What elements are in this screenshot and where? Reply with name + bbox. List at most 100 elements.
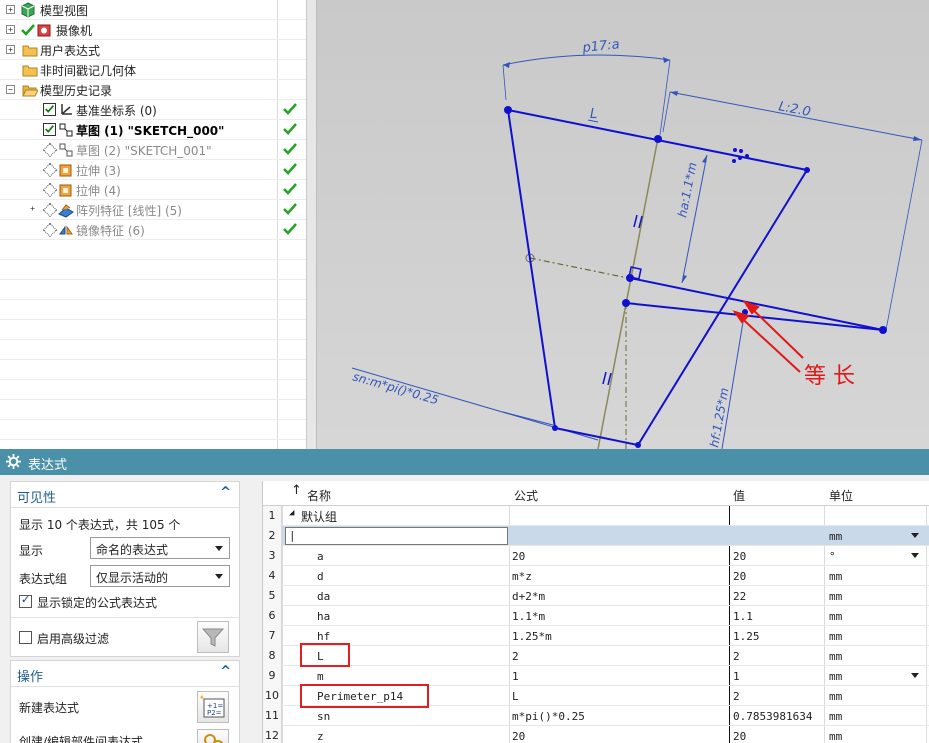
dropdown-arrow-icon[interactable]	[911, 553, 919, 558]
table-row[interactable]: 5 da d+2*m 22 mm	[263, 586, 929, 606]
tree-item-mirror-feature[interactable]: 镜像特征 (6)	[0, 220, 306, 240]
tree-item-sketch-000[interactable]: 草图 (1) "SKETCH_000"	[0, 120, 306, 140]
table-row[interactable]: 3 a 20 20 °	[263, 546, 929, 566]
sketch-vertices[interactable]	[504, 106, 887, 448]
tree-item-extrude-3[interactable]: 拉伸 (3)	[0, 160, 306, 180]
cell-name[interactable]: hf	[317, 630, 330, 643]
edit-row-unit[interactable]: mm	[829, 530, 842, 543]
tree-item-non-timestamp-geometry[interactable]: 非时间戳记几何体	[0, 60, 306, 80]
cell-formula[interactable]: d+2*m	[512, 590, 545, 603]
tree-item-user-expressions[interactable]: + 用户表达式	[0, 40, 306, 60]
header-unit[interactable]: 单位	[829, 487, 853, 504]
dropdown-arrow-icon[interactable]	[911, 533, 919, 538]
cell-unit[interactable]: mm	[829, 650, 842, 663]
cell-unit[interactable]: mm	[829, 590, 842, 603]
feature-checkbox[interactable]	[43, 103, 56, 116]
expand-plus-icon[interactable]: +	[6, 5, 15, 14]
cell-unit[interactable]: mm	[829, 690, 842, 703]
group-select[interactable]: 仅显示活动的	[90, 565, 230, 587]
table-row[interactable]: 6 ha 1.1*m 1.1 mm	[263, 606, 929, 626]
dimension-p17[interactable]: p17:a	[502, 37, 671, 136]
collapse-caret-icon[interactable]: ^	[220, 664, 231, 679]
cell-name[interactable]: da	[317, 590, 330, 603]
suppressed-diamond-icon[interactable]	[42, 182, 58, 198]
cell-formula[interactable]: m*z	[512, 570, 532, 583]
centerline-dashdot[interactable]	[529, 257, 629, 279]
cell-name[interactable]: m	[317, 670, 324, 683]
expand-plus-icon[interactable]: +	[6, 25, 15, 34]
cell-name[interactable]: z	[317, 730, 324, 743]
create-edit-interpart-button[interactable]	[197, 729, 229, 743]
collapse-triangle-icon[interactable]: ◢	[289, 508, 294, 518]
cell-name[interactable]: a	[317, 550, 324, 563]
header-name[interactable]: 名称	[307, 487, 331, 504]
advanced-filter-checkbox[interactable]	[19, 631, 32, 644]
tree-item-extrude-4[interactable]: 拉伸 (4)	[0, 180, 306, 200]
cell-unit[interactable]: mm	[829, 730, 842, 743]
cell-formula[interactable]: 1.25*m	[512, 630, 552, 643]
cell-name[interactable]: sn	[317, 710, 330, 723]
dimension-hf[interactable]: hf:1.25*m	[707, 309, 746, 449]
tree-item-sketch-001[interactable]: 草图 (2) "SKETCH_001"	[0, 140, 306, 160]
cell-name[interactable]: ha	[317, 610, 330, 623]
panel-splitter[interactable]	[307, 0, 317, 449]
display-select[interactable]: 命名的表达式	[90, 537, 230, 559]
filter-button[interactable]	[197, 621, 229, 653]
cell-formula[interactable]: L	[512, 690, 519, 703]
new-name-input[interactable]: |	[285, 527, 508, 545]
sketch-profile[interactable]	[507, 109, 884, 446]
suppressed-diamond-icon[interactable]	[42, 162, 58, 178]
table-row-edit[interactable]: 2 | mm	[263, 526, 929, 546]
tree-item-pattern-feature[interactable]: + 阵列特征 [线性] (5)	[0, 200, 306, 220]
gear-icon[interactable]	[6, 454, 21, 469]
new-expression-button[interactable]: +1= P2=	[197, 691, 229, 723]
cell-unit[interactable]: mm	[829, 630, 842, 643]
table-row[interactable]: 11 sn m*pi()*0.25 0.7853981634 mm	[263, 706, 929, 726]
tree-item-datum-csys[interactable]: 基准坐标系 (0)	[0, 100, 306, 120]
cell-formula[interactable]: 20	[512, 550, 525, 563]
cell-formula[interactable]: 2	[512, 650, 519, 663]
dropdown-arrow-icon[interactable]	[911, 673, 919, 678]
show-locked-checkbox[interactable]	[19, 593, 32, 608]
table-row[interactable]: 8 L 2 2 mm	[263, 646, 929, 666]
header-formula[interactable]: 公式	[514, 487, 538, 504]
suppressed-diamond-icon[interactable]	[42, 222, 58, 238]
dimension-ha[interactable]: ha:1.1*m	[675, 154, 708, 284]
table-row[interactable]: 12 z 20 20 mm	[263, 726, 929, 743]
expressions-table[interactable]: ↑ 名称 公式 值 单位 1 ◢ 默认组 2 | mm 3 a 20 20 ° …	[262, 481, 929, 743]
cell-formula[interactable]: 1	[512, 670, 519, 683]
cell-name[interactable]: d	[317, 570, 324, 583]
collapse-caret-icon[interactable]: ^	[220, 485, 231, 500]
tree-item-model-views[interactable]: + 模型视图	[0, 0, 306, 20]
suppressed-diamond-icon[interactable]	[42, 202, 58, 218]
table-row[interactable]: 4 d m*z 20 mm	[263, 566, 929, 586]
graphics-viewport[interactable]: p17:a L:2.0 L ha:1.1*m sn:m*pi()*0.25 hf…	[317, 0, 929, 449]
cell-unit[interactable]: mm	[829, 610, 842, 623]
cell-formula[interactable]: 1.1*m	[512, 610, 545, 623]
cell-unit[interactable]: °	[829, 550, 836, 563]
cell-unit[interactable]: mm	[829, 670, 842, 683]
expand-plus-icon[interactable]: +	[28, 205, 37, 214]
cell-unit[interactable]: mm	[829, 710, 842, 723]
table-row[interactable]: 9 m 1 1 mm	[263, 666, 929, 686]
table-row-group[interactable]: 1 ◢ 默认组	[263, 506, 929, 526]
visibility-panel-header[interactable]: 可见性 ^	[11, 482, 239, 508]
sort-arrow-icon[interactable]: ↑	[291, 483, 302, 498]
reference-line[interactable]	[597, 137, 659, 449]
expressions-dialog-titlebar[interactable]: 表达式	[0, 449, 929, 475]
equal-constraint-icon[interactable]	[602, 214, 643, 386]
cell-formula[interactable]: m*pi()*0.25	[512, 710, 585, 723]
tree-item-cameras[interactable]: + 摄像机	[0, 20, 306, 40]
actions-panel-header[interactable]: 操作 ^	[11, 661, 239, 687]
expand-plus-icon[interactable]: +	[6, 45, 15, 54]
header-value[interactable]: 值	[733, 487, 745, 504]
table-row[interactable]: 7 hf 1.25*m 1.25 mm	[263, 626, 929, 646]
suppressed-diamond-icon[interactable]	[42, 142, 58, 158]
cell-unit[interactable]: mm	[829, 570, 842, 583]
tree-item-model-history[interactable]: − 模型历史记录	[0, 80, 306, 100]
cell-formula[interactable]: 20	[512, 730, 525, 743]
dimension-L2[interactable]: L:2.0	[662, 91, 923, 331]
feature-checkbox[interactable]	[43, 123, 56, 136]
collapse-minus-icon[interactable]: −	[6, 85, 15, 94]
sketch-canvas[interactable]: p17:a L:2.0 L ha:1.1*m sn:m*pi()*0.25 hf…	[317, 0, 929, 449]
